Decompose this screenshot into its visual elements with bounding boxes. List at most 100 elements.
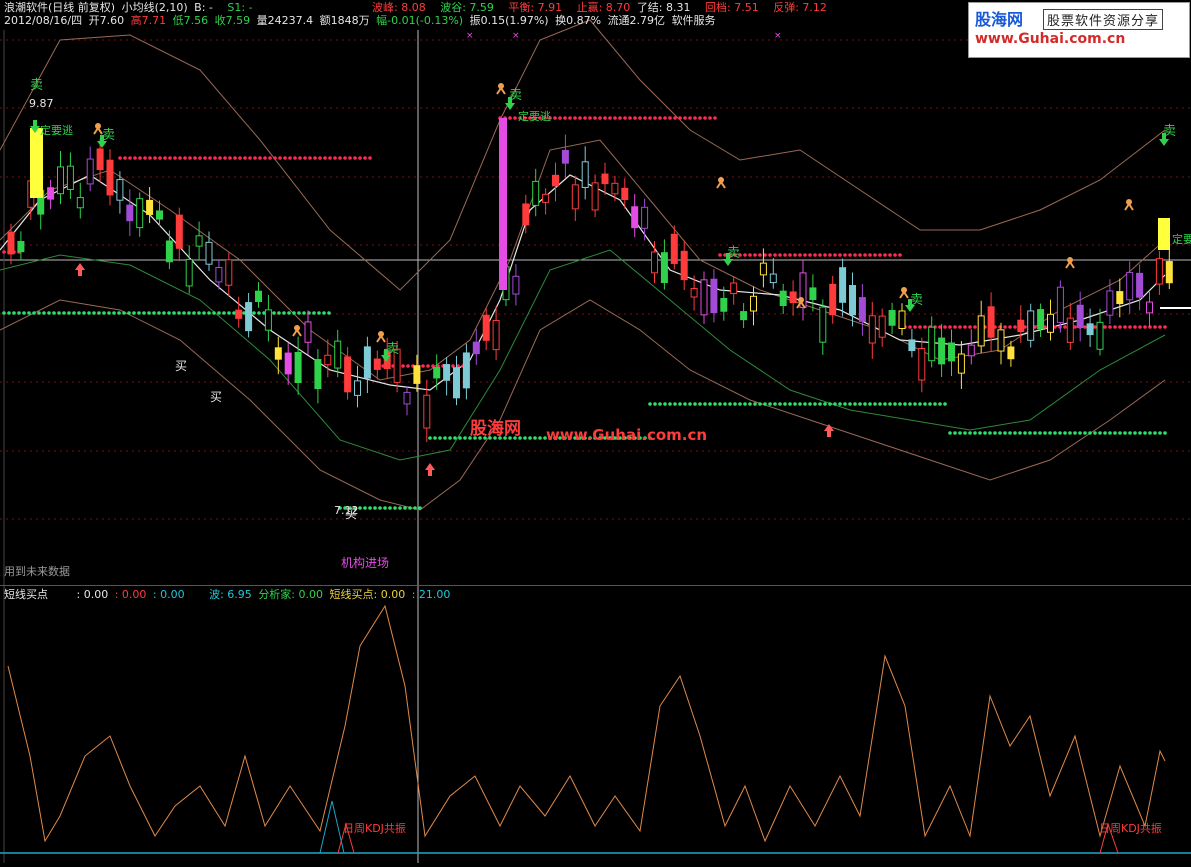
support-dots — [528, 436, 532, 440]
support-dots — [157, 311, 161, 315]
brand-logo: 股海网 股票软件资源分享 www.Guhai.com.cn — [968, 2, 1190, 58]
resistance-dots — [568, 116, 572, 120]
quote-line: 2012/08/16/四 开7.60 高7.71 低7.56 收7.59 量24… — [4, 14, 719, 28]
resistance-dots — [858, 253, 862, 257]
support-dots — [688, 402, 692, 406]
support-dots — [272, 311, 276, 315]
candle-body — [373, 358, 381, 370]
candle-body — [1106, 290, 1114, 316]
support-dots — [1053, 431, 1057, 435]
resistance-dots — [168, 156, 172, 160]
candle-body — [532, 180, 540, 206]
resistance-dots — [878, 253, 882, 257]
quote-sector: 软件服务 — [671, 14, 716, 27]
candle-body — [928, 326, 936, 362]
resist-level: 止赢: 8.70 — [576, 1, 631, 14]
resistance-dots — [2, 250, 6, 254]
resistance-dots — [1083, 325, 1087, 329]
support-dots — [292, 311, 296, 315]
candle-body — [700, 279, 708, 316]
candle-body — [354, 380, 361, 396]
sell-marker: 卖 — [1163, 124, 1177, 139]
support-dots — [933, 402, 937, 406]
resistance-dots — [128, 156, 132, 160]
support-dots — [963, 431, 967, 435]
support-dots — [873, 402, 877, 406]
support-dots — [693, 402, 697, 406]
indicator-panel[interactable]: 短线买点 : 0.00 : 0.00 : 0.00 波: 6.95 分析家: 0… — [0, 586, 1191, 863]
candle-body — [1007, 346, 1015, 360]
candle-body — [1047, 313, 1054, 333]
support-dots — [878, 402, 882, 406]
resistance-dots — [563, 116, 567, 120]
support-dots — [1118, 431, 1122, 435]
resistance-dots — [368, 156, 372, 160]
candle-body — [898, 310, 906, 329]
support-dots — [132, 311, 136, 315]
support-dots — [458, 436, 462, 440]
resistance-dots — [653, 116, 657, 120]
price-chart-panel[interactable]: × × × 浪潮软件(日线 前复权) 小均线(2,10) B: - S1: - 波峰… — [0, 0, 1191, 586]
resistance-dots — [823, 253, 827, 257]
resistance-dots — [338, 156, 342, 160]
candle-body — [1037, 309, 1045, 330]
candle-body — [809, 287, 817, 301]
quote-change: 幅-0.01(-0.13%) — [376, 14, 464, 27]
candle-body — [1155, 258, 1163, 285]
support-dots — [753, 402, 757, 406]
candle-body — [264, 309, 272, 331]
must-escape-label: 定要逃 — [40, 124, 73, 137]
resistance-dots — [863, 253, 867, 257]
support-dots — [773, 402, 777, 406]
support-dots — [728, 402, 732, 406]
resistance-dots — [333, 156, 337, 160]
price-chart[interactable]: × × × — [0, 0, 1191, 586]
candle-body — [571, 184, 579, 210]
candle-body — [1116, 291, 1124, 305]
support-dots — [358, 506, 362, 510]
resistance-dots — [298, 156, 302, 160]
support-dots — [222, 311, 226, 315]
resistance-dots — [843, 253, 847, 257]
candle-body — [829, 283, 837, 316]
resistance-dots — [668, 116, 672, 120]
support-dots — [818, 402, 822, 406]
candle-body — [750, 295, 757, 312]
resistance-dots — [673, 116, 677, 120]
candle-body — [294, 351, 302, 383]
highlight-candle — [499, 118, 507, 290]
resistance-dots — [623, 116, 627, 120]
support-dots — [1043, 431, 1047, 435]
resistance-dots — [273, 156, 277, 160]
support-dots — [187, 311, 191, 315]
support-dots — [172, 311, 176, 315]
support-dots — [368, 506, 372, 510]
resistance-dots — [758, 253, 762, 257]
support-dots — [658, 402, 662, 406]
resistance-dots — [803, 253, 807, 257]
candle-body — [17, 240, 25, 253]
candle-body — [195, 235, 203, 247]
indicator-chart[interactable] — [0, 586, 1191, 863]
resistance-dots — [173, 156, 177, 160]
support-dots — [988, 431, 992, 435]
resistance-dots — [353, 156, 357, 160]
support-dots — [418, 506, 422, 510]
support-dots — [718, 402, 722, 406]
candle-body — [858, 297, 866, 322]
candle-body — [57, 166, 64, 195]
candle-body — [1126, 271, 1134, 301]
support-dots — [122, 311, 126, 315]
candle-body — [948, 342, 955, 362]
resistance-dots — [838, 253, 842, 257]
resistance-dots — [873, 253, 877, 257]
resistance-dots — [618, 116, 622, 120]
sell-marker: 卖 — [102, 128, 116, 143]
support-dots — [973, 431, 977, 435]
candle-body — [1056, 286, 1064, 323]
resistance-dots — [628, 116, 632, 120]
s1-signal: S1: - — [227, 1, 253, 14]
quote-float: 流通2.79亿 — [607, 14, 666, 27]
brand-slogan: 股票软件资源分享 — [1043, 9, 1164, 30]
resistance-dots — [223, 156, 227, 160]
